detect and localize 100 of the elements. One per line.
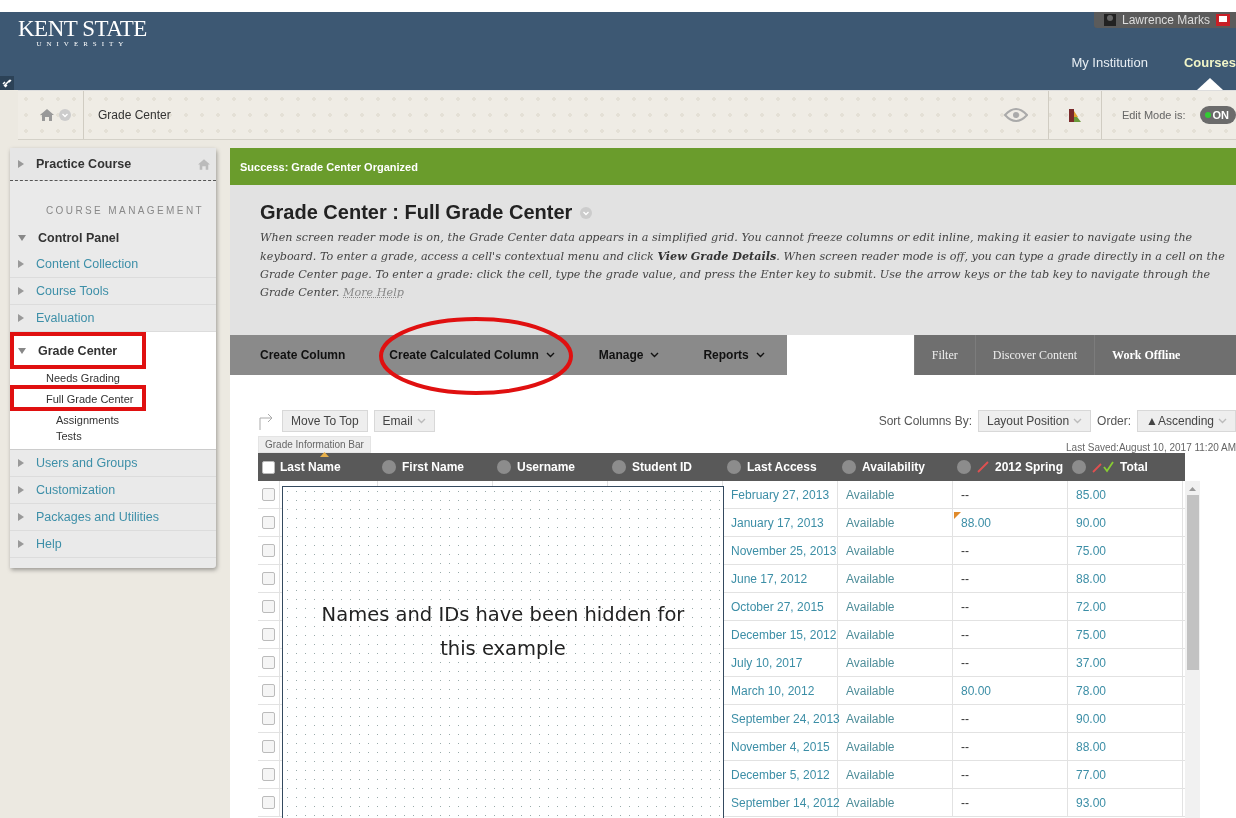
column-header[interactable]: Last Name xyxy=(280,460,341,474)
table-cell[interactable]: November 25, 2013 xyxy=(731,543,837,558)
column-menu-icon[interactable] xyxy=(382,460,396,474)
table-cell[interactable]: 88.00 xyxy=(1076,739,1107,754)
table-cell[interactable]: -- xyxy=(961,543,969,558)
table-cell[interactable]: Available xyxy=(846,711,895,726)
column-menu-icon[interactable] xyxy=(842,460,856,474)
table-cell[interactable]: March 10, 2012 xyxy=(731,683,815,698)
row-checkbox[interactable] xyxy=(262,684,275,697)
table-cell[interactable]: 75.00 xyxy=(1076,627,1107,642)
collapsed-triangle-icon[interactable] xyxy=(18,540,24,548)
row-checkbox[interactable] xyxy=(262,656,275,669)
table-cell[interactable]: -- xyxy=(961,655,969,670)
table-cell[interactable]: 37.00 xyxy=(1076,655,1107,670)
table-cell[interactable]: -- xyxy=(961,739,969,754)
sidebar-item[interactable]: Packages and Utilities xyxy=(10,504,216,531)
sidebar-subitem[interactable]: Tests xyxy=(10,427,88,443)
action-menu-button[interactable]: Create Calculated Column xyxy=(367,335,577,375)
table-cell[interactable]: September 14, 2012 xyxy=(731,795,840,810)
table-cell[interactable]: February 27, 2013 xyxy=(731,487,830,502)
column-menu-icon[interactable] xyxy=(727,460,741,474)
row-checkbox[interactable] xyxy=(262,572,275,585)
row-checkbox[interactable] xyxy=(262,740,275,753)
scroll-up-icon[interactable] xyxy=(1189,487,1196,491)
collapsed-triangle-icon[interactable] xyxy=(18,260,24,268)
sidebar-item[interactable]: Content Collection xyxy=(10,251,216,278)
column-header[interactable]: Last Access xyxy=(747,460,817,474)
table-cell[interactable]: 78.00 xyxy=(1076,683,1107,698)
course-title[interactable]: Practice Course xyxy=(36,157,186,171)
column-header[interactable]: Username xyxy=(517,460,576,474)
dropdown-circle-icon[interactable] xyxy=(580,206,593,219)
table-cell[interactable]: -- xyxy=(961,571,969,586)
sidebar-item[interactable]: Help xyxy=(10,531,216,558)
nav-tab[interactable]: Courses xyxy=(1183,55,1236,90)
column-menu-icon[interactable] xyxy=(612,460,626,474)
sidebar-subitem[interactable]: Assignments xyxy=(10,411,125,427)
column-menu-icon[interactable] xyxy=(1072,460,1086,474)
row-checkbox[interactable] xyxy=(262,516,275,529)
row-checkbox[interactable] xyxy=(262,628,275,641)
collapsed-triangle-icon[interactable] xyxy=(18,513,24,521)
table-cell[interactable]: Available xyxy=(846,487,895,502)
table-cell[interactable]: -- xyxy=(961,767,969,782)
sidebar-item[interactable]: Control Panel xyxy=(10,224,216,251)
sort-dropdown[interactable]: Layout Position xyxy=(978,410,1092,432)
table-cell[interactable]: Available xyxy=(846,683,895,698)
action-menu-button[interactable]: Manage xyxy=(576,335,682,375)
course-header[interactable]: Practice Course xyxy=(10,148,216,181)
nav-tab[interactable]: My Institution xyxy=(1071,55,1148,90)
link-icon[interactable] xyxy=(0,76,14,90)
table-cell[interactable]: January 17, 2013 xyxy=(731,515,824,530)
table-cell[interactable]: 90.00 xyxy=(1076,515,1107,530)
row-checkbox[interactable] xyxy=(262,768,275,781)
eye-icon[interactable] xyxy=(1003,108,1028,122)
row-checkbox[interactable] xyxy=(262,600,275,613)
table-cell[interactable]: June 17, 2012 xyxy=(731,571,808,586)
sidebar-item[interactable]: Customization xyxy=(10,477,216,504)
table-cell[interactable]: 77.00 xyxy=(1076,767,1107,782)
table-cell[interactable]: December 5, 2012 xyxy=(731,767,830,782)
column-header[interactable]: Student ID xyxy=(632,460,692,474)
dropdown-circle-icon[interactable] xyxy=(59,109,71,121)
row-checkbox[interactable] xyxy=(262,796,275,809)
table-cell[interactable]: Available xyxy=(846,571,895,586)
table-cell[interactable]: Available xyxy=(846,543,895,558)
notification-icon[interactable] xyxy=(1216,14,1230,26)
table-cell[interactable]: September 24, 2013 xyxy=(731,711,840,726)
sidebar-item[interactable]: Users and Groups xyxy=(10,450,216,477)
table-cell[interactable]: Available xyxy=(846,795,895,810)
table-cell[interactable]: -- xyxy=(961,711,969,726)
table-cell[interactable]: July 10, 2017 xyxy=(731,655,803,670)
table-cell[interactable]: 85.00 xyxy=(1076,487,1107,502)
expanded-triangle-icon[interactable] xyxy=(18,234,26,241)
column-header[interactable]: 2012 Spring xyxy=(995,460,1064,474)
sidebar-subitem[interactable]: Full Grade Center xyxy=(10,390,140,406)
more-help-link[interactable]: More Help xyxy=(343,286,404,299)
table-cell[interactable]: Available xyxy=(846,767,895,782)
table-cell[interactable]: October 27, 2015 xyxy=(731,599,824,614)
home-icon[interactable] xyxy=(198,158,210,170)
scrollbar[interactable] xyxy=(1185,481,1200,818)
table-cell[interactable]: Available xyxy=(846,739,895,754)
collapsed-triangle-icon[interactable] xyxy=(18,486,24,494)
table-cell[interactable]: 90.00 xyxy=(1076,711,1107,726)
action-menu-button[interactable]: Reports xyxy=(681,335,787,375)
collapsed-triangle-icon[interactable] xyxy=(18,459,24,467)
collapsed-triangle-icon[interactable] xyxy=(18,287,24,295)
row-checkbox[interactable] xyxy=(262,544,275,557)
edit-mode-toggle[interactable]: ON xyxy=(1199,106,1236,124)
table-cell[interactable]: Available xyxy=(846,599,895,614)
order-dropdown[interactable]: ▲Ascending xyxy=(1137,410,1236,432)
table-cell[interactable]: December 15, 2012 xyxy=(731,627,837,642)
collapsed-triangle-icon[interactable] xyxy=(18,314,24,322)
table-cell[interactable]: -- xyxy=(961,599,969,614)
table-cell[interactable]: Available xyxy=(846,655,895,670)
row-checkbox[interactable] xyxy=(262,488,275,501)
table-cell[interactable]: -- xyxy=(961,487,969,502)
table-cell[interactable]: 88.00 xyxy=(961,515,992,530)
column-menu-icon[interactable] xyxy=(497,460,511,474)
user-menu[interactable]: Lawrence Marks xyxy=(1093,12,1236,28)
table-cell[interactable]: Available xyxy=(846,515,895,530)
expanded-triangle-icon[interactable] xyxy=(18,347,26,354)
table-cell[interactable]: 80.00 xyxy=(961,683,992,698)
